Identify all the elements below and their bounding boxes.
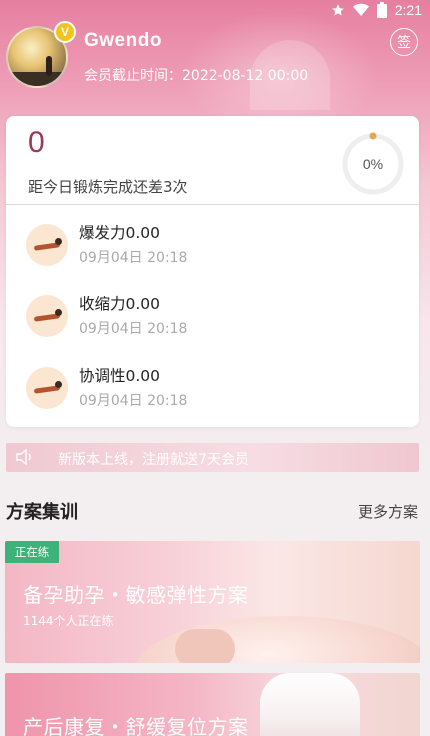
progress-count: 0 bbox=[28, 126, 45, 159]
status-badge: 正在练 bbox=[5, 541, 59, 563]
plank-exercise-icon bbox=[26, 367, 68, 409]
plank-exercise-icon bbox=[26, 224, 68, 266]
metric-name: 爆发力0.00 bbox=[79, 224, 161, 242]
status-time: 2:21 bbox=[394, 2, 422, 18]
checkin-button[interactable]: 签 bbox=[390, 28, 418, 56]
battery-icon bbox=[376, 2, 387, 18]
section-title: 方案集训 bbox=[6, 502, 78, 523]
plan-title: 产后康复・舒缓复位方案 bbox=[23, 715, 249, 736]
plan-image bbox=[260, 673, 360, 736]
metric-date: 09月04日 20:18 bbox=[79, 393, 188, 409]
plan-title: 备孕助孕・敏感弹性方案 bbox=[23, 583, 249, 607]
member-expiry: 会员截止时间：2022-08-12 00:00 bbox=[84, 68, 309, 84]
announcement-bar[interactable]: 新版本上线，注册就送7天会员 bbox=[6, 443, 419, 472]
metric-item[interactable]: 协调性0.00 09月04日 20:18 bbox=[6, 359, 419, 421]
metric-date: 09月04日 20:18 bbox=[79, 250, 188, 266]
progress-card: 0 距今日锻炼完成还差3次 0% 爆发力0.00 09月04日 20:18 收缩… bbox=[6, 116, 419, 427]
plank-exercise-icon bbox=[26, 295, 68, 337]
speaker-icon bbox=[16, 449, 31, 465]
progress-ring: 0% bbox=[341, 132, 405, 196]
metric-item[interactable]: 收缩力0.00 09月04日 20:18 bbox=[6, 287, 419, 349]
announcement-text: 新版本上线，注册就送7天会员 bbox=[58, 452, 249, 468]
star-icon bbox=[331, 4, 344, 16]
wifi-icon bbox=[352, 3, 369, 16]
metric-name: 收缩力0.00 bbox=[79, 295, 161, 313]
plan-card[interactable]: 产后康复・舒缓复位方案 bbox=[5, 673, 420, 736]
progress-percent: 0% bbox=[362, 156, 384, 172]
metric-name: 协调性0.00 bbox=[79, 367, 161, 385]
more-plans-link[interactable]: 更多方案 bbox=[358, 501, 418, 522]
plan-card[interactable]: 正在练 备孕助孕・敏感弹性方案 1144个人正在练 bbox=[5, 541, 420, 663]
divider bbox=[6, 204, 419, 205]
metric-date: 09月04日 20:18 bbox=[79, 321, 188, 337]
progress-description: 距今日锻炼完成还差3次 bbox=[28, 178, 188, 196]
vip-badge: V bbox=[54, 21, 76, 43]
status-bar: 2:21 bbox=[0, 0, 430, 22]
plan-participants: 1144个人正在练 bbox=[23, 614, 114, 628]
username: Gwendo bbox=[84, 30, 162, 51]
metric-item[interactable]: 爆发力0.00 09月04日 20:18 bbox=[6, 216, 419, 278]
